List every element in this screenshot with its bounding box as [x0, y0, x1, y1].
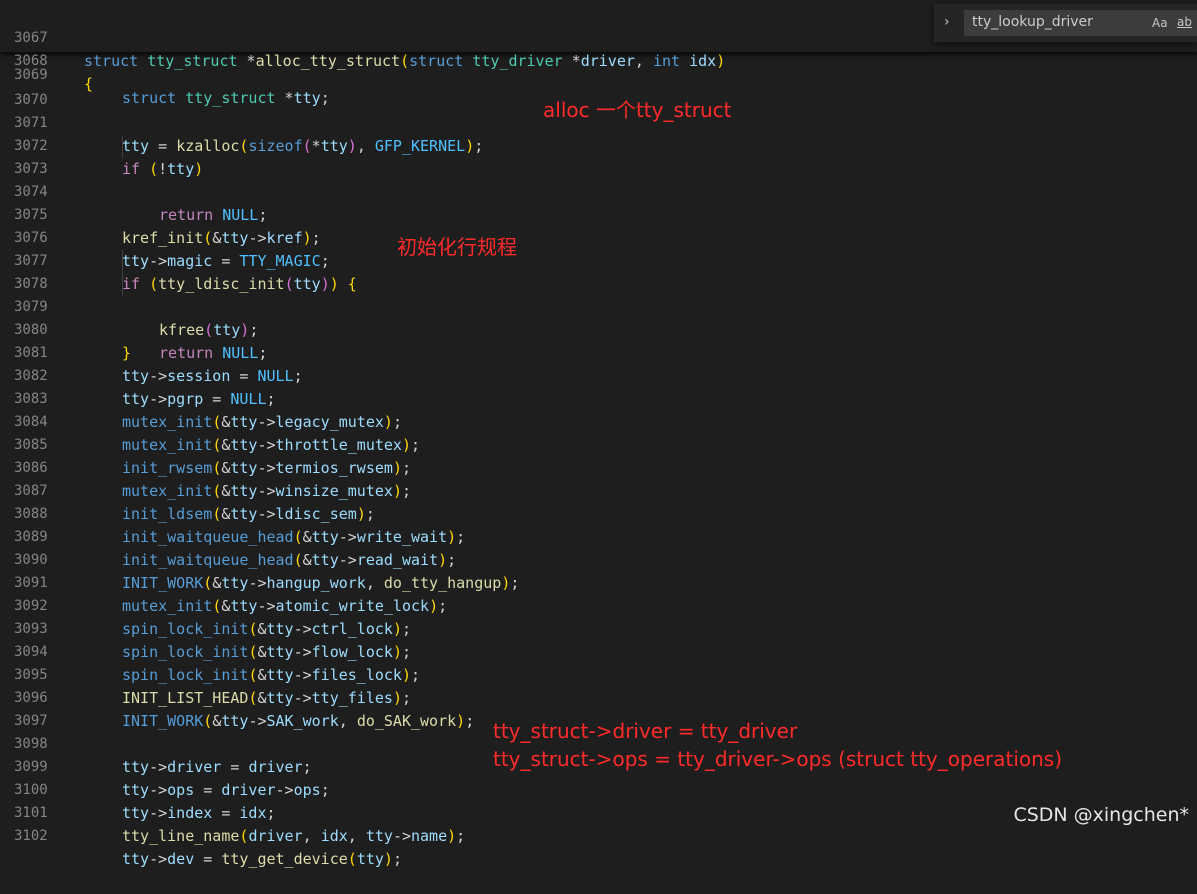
annotation-alloc: alloc 一个tty_struct [543, 98, 732, 122]
code-line-3091[interactable]: 3091 mutex_init(&tty->atomic_write_lock)… [0, 549, 1197, 615]
code-line-3086[interactable]: 3086 mutex_init(&tty->winsize_mutex); [0, 434, 1197, 500]
chevron-right-icon[interactable]: › [944, 14, 950, 30]
code-line-3088[interactable]: 3088 init_waitqueue_head(&tty->write_wai… [0, 480, 1197, 546]
code-line-3095[interactable]: 3095 INIT_LIST_HEAD(&tty->tty_files); [0, 641, 1197, 707]
indent-guide [122, 273, 123, 296]
code-line-3090[interactable]: 3090 INIT_WORK(&tty->hangup_work, do_tty… [0, 526, 1197, 592]
code-line-3073[interactable]: 3073 return NULL; [0, 135, 1197, 224]
find-input[interactable]: tty_lookup_driver Aa ab [964, 10, 1197, 36]
code-line-3097[interactable]: 3097 [0, 687, 1197, 729]
find-widget[interactable]: › tty_lookup_driver Aa ab [934, 4, 1197, 42]
code-line-3080[interactable]: 3080 } [0, 296, 1197, 362]
code-line-3083[interactable]: 3083 mutex_init(&tty->legacy_mutex); [0, 365, 1197, 431]
code-line-3084[interactable]: 3084 mutex_init(&tty->throttle_mutex); [0, 388, 1197, 454]
function-signature: struct tty_struct *alloc_tty_struct(stru… [84, 52, 726, 70]
annotation-driver: tty_struct->driver = tty_driver [493, 719, 798, 743]
open-brace: { [84, 75, 94, 93]
code-line-3081[interactable]: 3081 tty->session = NULL; [0, 319, 1197, 385]
code-line-3082[interactable]: 3082 tty->pgrp = NULL; [0, 342, 1197, 408]
code-line-3078[interactable]: 3078 kfree(tty); [0, 250, 1197, 339]
indent-guide [122, 250, 123, 273]
code-text: tty->dev = tty_get_device(tty); [122, 850, 402, 868]
code-line-3077[interactable]: 3077 if (tty_ldisc_init(tty)) { [0, 227, 1197, 293]
annotation-ldisc: 初始化行规程 [397, 235, 517, 259]
code-line-3079[interactable]: 3079 return NULL; [0, 273, 1197, 362]
whole-word-icon[interactable]: ab [1177, 15, 1192, 29]
line-number: 3068 [14, 53, 48, 69]
code-line-3096[interactable]: 3096 INIT_WORK(&tty->SAK_work, do_SAK_wo… [0, 664, 1197, 730]
code-line-3087[interactable]: 3087 init_ldsem(&tty->ldisc_sem); [0, 457, 1197, 523]
code-line-3093[interactable]: 3093 spin_lock_init(&tty->flow_lock); [0, 595, 1197, 661]
watermark: CSDN @xingchen* [1013, 804, 1189, 826]
find-query: tty_lookup_driver [972, 14, 1093, 30]
code-line-3092[interactable]: 3092 spin_lock_init(&tty->ctrl_lock); [0, 572, 1197, 638]
indent-guide [122, 135, 123, 158]
match-case-icon[interactable]: Aa [1152, 16, 1168, 30]
annotation-ops: tty_struct->ops = tty_driver->ops (struc… [493, 747, 1063, 771]
code-line-3076[interactable]: 3076 tty->magic = TTY_MAGIC; [0, 204, 1197, 270]
code-editor[interactable]: 3067 struct tty_struct *alloc_tty_struct… [0, 0, 1197, 868]
code-line-3085[interactable]: 3085 init_rwsem(&tty->termios_rwsem); [0, 411, 1197, 477]
code-line-3094[interactable]: 3094 spin_lock_init(&tty->files_lock); [0, 618, 1197, 684]
code-line-3074[interactable]: 3074 [0, 158, 1197, 200]
code-line-3101[interactable]: 3101 tty_line_name(driver, idx, tty->nam… [0, 779, 1197, 845]
code-line-3075[interactable]: 3075 kref_init(&tty->kref); [0, 181, 1197, 247]
code-line-3089[interactable]: 3089 init_waitqueue_head(&tty->read_wait… [0, 503, 1197, 569]
